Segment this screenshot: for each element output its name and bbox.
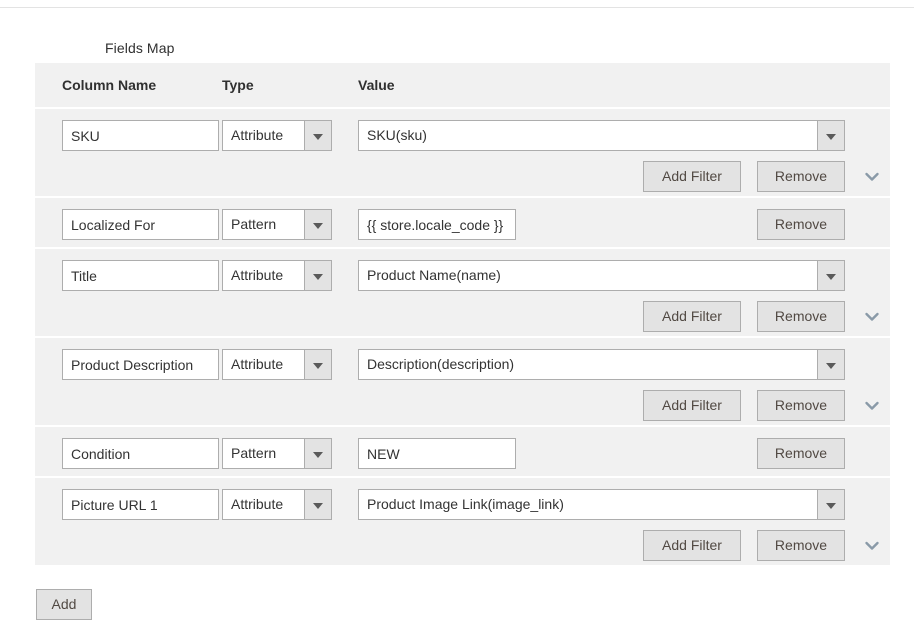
value-select-value: Product Image Link(image_link)	[358, 489, 817, 520]
value-select[interactable]: Description(description)	[358, 349, 845, 380]
caret-down-icon[interactable]	[304, 260, 332, 291]
value-cell	[358, 209, 516, 240]
remove-button[interactable]: Remove	[757, 209, 845, 240]
table-header-row: Column Name Type Value	[35, 63, 890, 107]
add-filter-button[interactable]: Add Filter	[643, 301, 741, 332]
add-filter-button[interactable]: Add Filter	[643, 161, 741, 192]
value-select-value: SKU(sku)	[358, 120, 817, 151]
value-cell: SKU(sku)	[358, 120, 845, 151]
type-select[interactable]: Attribute	[222, 260, 332, 291]
value-select[interactable]: Product Image Link(image_link)	[358, 489, 845, 520]
type-select-value: Pattern	[222, 209, 304, 240]
column-name-cell	[62, 489, 219, 520]
value-cell: Description(description)	[358, 349, 845, 380]
column-name-cell	[62, 349, 219, 380]
value-pattern-input[interactable]	[358, 438, 516, 469]
column-name-cell	[62, 260, 219, 291]
value-select[interactable]: SKU(sku)	[358, 120, 845, 151]
type-select-value: Attribute	[222, 120, 304, 151]
type-cell: Attribute	[222, 349, 332, 380]
column-name-cell	[62, 209, 219, 240]
chevron-down-icon[interactable]	[861, 306, 883, 328]
table-row: Attribute Product Image Link(image_link)…	[35, 476, 890, 565]
caret-down-icon[interactable]	[817, 120, 845, 151]
column-name-cell	[62, 120, 219, 151]
header-type: Type	[222, 77, 254, 93]
column-name-input[interactable]	[62, 120, 219, 151]
table-row: Attribute Description(description) Add F…	[35, 336, 890, 425]
remove-button[interactable]: Remove	[757, 390, 845, 421]
type-select[interactable]: Pattern	[222, 209, 332, 240]
table-row: Pattern Remove	[35, 196, 890, 247]
caret-down-icon[interactable]	[304, 209, 332, 240]
remove-button[interactable]: Remove	[757, 530, 845, 561]
header-value: Value	[358, 77, 395, 93]
remove-button[interactable]: Remove	[757, 301, 845, 332]
table-row: Pattern Remove	[35, 425, 890, 476]
remove-button[interactable]: Remove	[757, 438, 845, 469]
table-row: Attribute Product Name(name) Add Filter …	[35, 247, 890, 336]
caret-down-icon[interactable]	[304, 120, 332, 151]
value-select[interactable]: Product Name(name)	[358, 260, 845, 291]
type-select[interactable]: Attribute	[222, 120, 332, 151]
header-column-name: Column Name	[62, 77, 157, 93]
value-pattern-input[interactable]	[358, 209, 516, 240]
type-select[interactable]: Pattern	[222, 438, 332, 469]
column-name-cell	[62, 438, 219, 469]
value-cell: Product Image Link(image_link)	[358, 489, 845, 520]
caret-down-icon[interactable]	[304, 489, 332, 520]
value-select-value: Description(description)	[358, 349, 817, 380]
type-select[interactable]: Attribute	[222, 349, 332, 380]
chevron-down-icon[interactable]	[861, 395, 883, 417]
type-select-value: Attribute	[222, 260, 304, 291]
type-select-value: Pattern	[222, 438, 304, 469]
fields-map-label: Fields Map	[105, 40, 175, 56]
value-cell	[358, 438, 516, 469]
value-cell: Product Name(name)	[358, 260, 845, 291]
add-filter-button[interactable]: Add Filter	[643, 530, 741, 561]
caret-down-icon[interactable]	[817, 260, 845, 291]
column-name-input[interactable]	[62, 349, 219, 380]
caret-down-icon[interactable]	[817, 349, 845, 380]
caret-down-icon[interactable]	[817, 489, 845, 520]
column-name-input[interactable]	[62, 260, 219, 291]
caret-down-icon[interactable]	[304, 438, 332, 469]
column-name-input[interactable]	[62, 438, 219, 469]
chevron-down-icon[interactable]	[861, 166, 883, 188]
type-cell: Pattern	[222, 209, 332, 240]
value-select-value: Product Name(name)	[358, 260, 817, 291]
type-cell: Attribute	[222, 260, 332, 291]
type-cell: Attribute	[222, 120, 332, 151]
fields-map-table: Column Name Type Value Attribute SKU(sku…	[35, 63, 890, 565]
page-top-divider	[0, 7, 914, 8]
type-cell: Attribute	[222, 489, 332, 520]
remove-button[interactable]: Remove	[757, 161, 845, 192]
type-cell: Pattern	[222, 438, 332, 469]
table-row: Attribute SKU(sku) Add Filter Remove	[35, 107, 890, 196]
type-select-value: Attribute	[222, 489, 304, 520]
column-name-input[interactable]	[62, 209, 219, 240]
column-name-input[interactable]	[62, 489, 219, 520]
caret-down-icon[interactable]	[304, 349, 332, 380]
type-select-value: Attribute	[222, 349, 304, 380]
type-select[interactable]: Attribute	[222, 489, 332, 520]
add-filter-button[interactable]: Add Filter	[643, 390, 741, 421]
chevron-down-icon[interactable]	[861, 535, 883, 557]
add-row-button[interactable]: Add	[36, 589, 92, 620]
